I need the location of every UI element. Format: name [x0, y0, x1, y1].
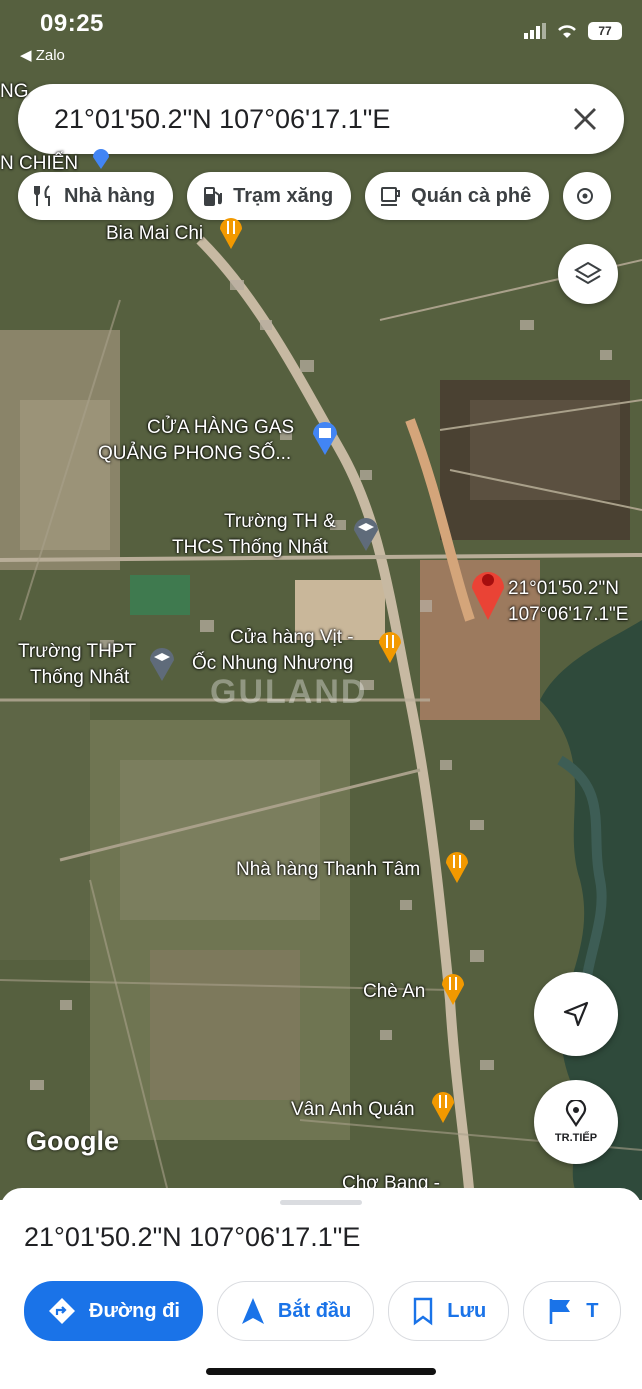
label-label: T	[586, 1299, 599, 1322]
map-label-school-th-2[interactable]: THCS Thống Nhất	[172, 536, 328, 560]
map-view[interactable]: 09:25 ◀ Zalo 77 21°01'50.2"N 107°06'17.1…	[0, 0, 642, 1200]
chip-more[interactable]	[563, 172, 612, 220]
map-label-van-anh[interactable]: Vân Anh Quán	[291, 1098, 415, 1122]
restaurant-pin-icon[interactable]	[377, 628, 403, 664]
watermark: GULAND	[210, 673, 368, 711]
settings-icon	[577, 188, 594, 204]
map-label-edge: N CHIẾN	[0, 153, 79, 174]
close-icon[interactable]	[568, 102, 602, 136]
search-query[interactable]: 21°01'50.2"N 107°06'17.1"E	[54, 104, 390, 135]
dropped-pin-icon[interactable]	[469, 562, 507, 622]
action-buttons: Đường đi Bắt đầu Lưu T	[24, 1281, 642, 1341]
status-bar: 09:25 ◀ Zalo 77	[0, 0, 642, 70]
restaurant-pin-icon[interactable]	[218, 214, 244, 250]
restaurant-pin-icon[interactable]	[440, 970, 466, 1006]
directions-button[interactable]: Đường đi	[24, 1281, 203, 1341]
map-label-school-thpt[interactable]: Trường THPT	[18, 640, 136, 664]
start-button[interactable]: Bắt đầu	[216, 1281, 375, 1341]
street-view-button[interactable]: TR.TIẾP	[534, 1080, 618, 1164]
map-label-bia-mai-chi[interactable]: Bia Mai Chi	[106, 222, 203, 246]
map-label-gas-shop-2[interactable]: QUẢNG PHONG SỐ...	[98, 442, 291, 466]
directions-icon	[49, 1298, 75, 1324]
map-label-school-th[interactable]: Trường TH &	[224, 510, 336, 534]
school-pin-icon[interactable]	[352, 514, 380, 552]
map-label-pin-lng: 107°06'17.1"E	[508, 604, 629, 625]
directions-label: Đường đi	[89, 1299, 180, 1322]
label-button[interactable]: T	[523, 1281, 622, 1341]
my-location-button[interactable]	[534, 972, 618, 1056]
restaurant-pin-icon[interactable]	[430, 1088, 456, 1124]
map-label-school-thpt-2[interactable]: Thống Nhất	[30, 666, 129, 690]
map-label-edge: NG	[0, 81, 29, 102]
navigation-arrow-icon	[563, 1001, 589, 1027]
chip-coffee[interactable]: Quán cà phê	[365, 172, 550, 220]
coffee-cup-icon	[381, 187, 401, 206]
chip-gas-stations[interactable]: Trạm xăng	[187, 172, 352, 220]
save-label: Lưu	[447, 1299, 487, 1322]
gas-station-icon	[204, 187, 223, 206]
wifi-icon	[558, 25, 576, 38]
google-logo: Google	[26, 1126, 119, 1156]
home-indicator	[206, 1368, 436, 1375]
back-to-app-link[interactable]: ◀ Zalo	[20, 46, 65, 64]
save-button[interactable]: Lưu	[388, 1281, 510, 1341]
chip-restaurants[interactable]: Nhà hàng	[18, 172, 174, 220]
bookmark-icon	[414, 1297, 433, 1326]
chip-label: Nhà hàng	[64, 184, 156, 207]
category-chips: Nhà hàng Trạm xăng Quán cà phê	[18, 172, 642, 220]
street-view-icon	[565, 1100, 587, 1127]
location-pin-icon	[93, 149, 109, 169]
layers-button[interactable]	[558, 244, 618, 304]
chip-label: Trạm xăng	[233, 184, 334, 207]
drag-handle[interactable]	[280, 1200, 362, 1205]
battery-icon: 77	[588, 22, 622, 40]
shopping-pin-icon[interactable]	[311, 418, 339, 456]
street-view-label: TR.TIẾP	[554, 1132, 598, 1144]
layers-icon	[574, 261, 602, 285]
search-bar[interactable]: 21°01'50.2"N 107°06'17.1"E	[18, 84, 624, 154]
map-label-gas-shop[interactable]: CỬA HÀNG GAS	[147, 416, 294, 440]
place-title: 21°01'50.2"N 107°06'17.1"E	[24, 1222, 361, 1252]
map-label-pin-lat: 21°01'50.2"N	[508, 578, 619, 599]
map-label-thanh-tam[interactable]: Nhà hàng Thanh Tâm	[236, 858, 420, 882]
navigation-icon	[241, 1298, 264, 1324]
start-label: Bắt đầu	[277, 1299, 352, 1322]
signal-icon	[524, 23, 546, 39]
restaurant-pin-icon[interactable]	[444, 848, 470, 884]
flag-icon	[549, 1299, 571, 1324]
map-label-vit-shop[interactable]: Cửa hàng Vịt -	[230, 626, 354, 650]
chip-label: Quán cà phê	[411, 184, 532, 207]
place-sheet[interactable]: 21°01'50.2"N 107°06'17.1"E Đường đi Bắt …	[0, 1188, 642, 1389]
map-label-che-an[interactable]: Chè An	[363, 980, 425, 1004]
clock: 09:25	[40, 10, 104, 37]
school-pin-icon[interactable]	[148, 644, 176, 682]
fork-knife-icon	[34, 185, 50, 206]
